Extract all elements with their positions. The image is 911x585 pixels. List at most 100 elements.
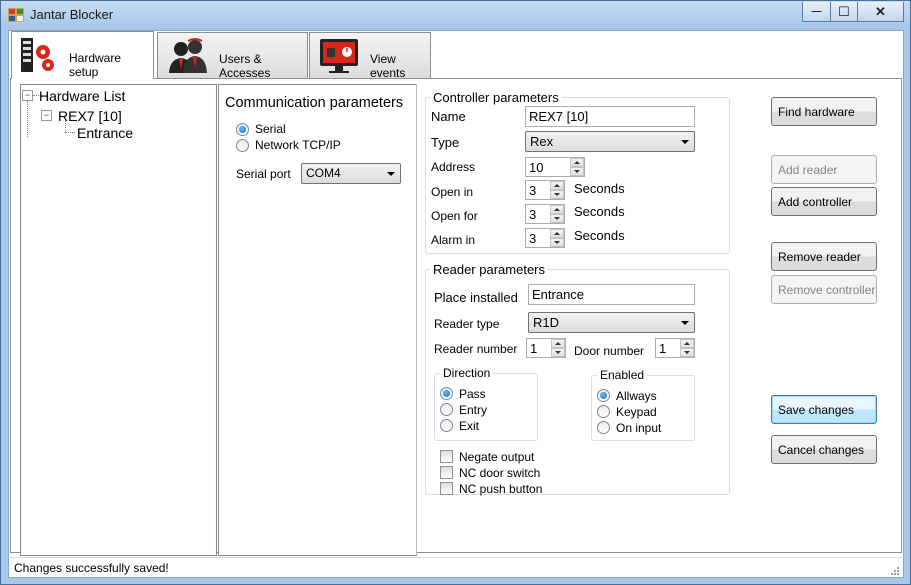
stepper-down-icon[interactable]: [570, 167, 584, 176]
tab-users-accesses[interactable]: Users & Accesses: [157, 32, 308, 80]
stepper-up-icon[interactable]: [680, 339, 694, 348]
chevron-down-icon: [681, 321, 689, 325]
nc-door-switch-checkbox[interactable]: [440, 466, 453, 479]
hardware-setup-panel: − Hardware List − REX7 [10] Entrance Com…: [10, 78, 902, 556]
reader-type-select[interactable]: R1D: [528, 312, 695, 333]
reader-number-stepper[interactable]: [526, 338, 566, 358]
stepper-down-icon[interactable]: [550, 238, 564, 247]
place-installed-input[interactable]: [528, 284, 695, 305]
enabled-on-input-label: On input: [616, 421, 662, 435]
alarm-in-label: Alarm in: [431, 233, 476, 247]
open-in-label: Open in: [431, 185, 474, 199]
serial-radio[interactable]: [236, 123, 249, 136]
direction-pass-radio[interactable]: [440, 387, 453, 400]
stepper-up-icon[interactable]: [550, 181, 564, 190]
direction-entry-radio[interactable]: [440, 403, 453, 416]
tree-connector: [27, 101, 28, 137]
open-for-label: Open for: [431, 209, 478, 223]
door-number-stepper[interactable]: [655, 338, 695, 358]
tab-hardware-setup[interactable]: Hardware setup: [11, 31, 154, 79]
enabled-always-label: Allways: [616, 389, 657, 403]
tree-collapse-icon[interactable]: −: [22, 90, 33, 101]
stepper-down-icon[interactable]: [550, 214, 564, 223]
tree-collapse-icon[interactable]: −: [41, 110, 52, 121]
hardware-tree[interactable]: − Hardware List − REX7 [10] Entrance: [20, 84, 217, 556]
window-title: Jantar Blocker: [30, 7, 114, 22]
save-changes-button[interactable]: Save changes: [771, 395, 877, 424]
stepper-down-icon[interactable]: [680, 348, 694, 357]
resize-grip-icon[interactable]: [889, 564, 899, 575]
seconds-label: Seconds: [574, 228, 625, 243]
controller-parameters-group: Controller parameters Name Type Rex Addr…: [425, 90, 730, 254]
negate-output-checkbox[interactable]: [440, 450, 453, 463]
direction-pass-label: Pass: [459, 387, 486, 401]
seconds-label: Seconds: [574, 181, 625, 196]
tree-node-reader[interactable]: Entrance: [77, 125, 133, 141]
serial-port-label: Serial port: [236, 167, 291, 181]
communication-panel: Communication parameters Serial Network …: [218, 84, 417, 556]
open-in-stepper[interactable]: [525, 180, 565, 200]
stepper-up-icon[interactable]: [551, 339, 565, 348]
controller-type-select[interactable]: Rex: [525, 131, 695, 152]
enabled-keypad-radio[interactable]: [597, 405, 610, 418]
tree-node-controller[interactable]: REX7 [10]: [58, 108, 122, 124]
add-controller-button[interactable]: Add controller: [771, 187, 877, 216]
stepper-down-icon[interactable]: [550, 190, 564, 199]
nc-door-switch-label: NC door switch: [459, 466, 541, 480]
controller-type-value: Rex: [530, 134, 554, 149]
address-field[interactable]: [526, 158, 552, 176]
alarm-in-field[interactable]: [526, 229, 552, 247]
direction-exit-label: Exit: [459, 419, 480, 433]
main-client-area: Hardware setup Users & Accesses View eve…: [8, 30, 904, 578]
close-button[interactable]: ✕: [857, 2, 904, 22]
minimize-button[interactable]: —: [802, 2, 831, 22]
direction-exit-radio[interactable]: [440, 419, 453, 432]
place-installed-field[interactable]: [529, 285, 694, 304]
direction-title: Direction: [440, 366, 494, 380]
enabled-on-input-radio[interactable]: [597, 421, 610, 434]
alarm-in-stepper[interactable]: [525, 228, 565, 248]
tab-view-events[interactable]: View events: [309, 32, 431, 80]
add-reader-button[interactable]: Add reader: [771, 155, 877, 184]
direction-group: Direction Pass Entry Exit: [434, 366, 538, 441]
status-bar: Changes successfully saved!: [10, 557, 902, 577]
enabled-always-radio[interactable]: [597, 389, 610, 402]
door-number-field[interactable]: [656, 339, 682, 357]
chevron-down-icon: [681, 140, 689, 144]
stepper-up-icon[interactable]: [550, 229, 564, 238]
serial-port-value: COM4: [306, 166, 341, 180]
nc-push-button-checkbox[interactable]: [440, 482, 453, 495]
maximize-button[interactable]: ☐: [830, 2, 858, 22]
network-radio[interactable]: [236, 139, 249, 152]
open-in-field[interactable]: [526, 181, 552, 199]
minimize-icon: —: [811, 6, 822, 17]
open-for-field[interactable]: [526, 205, 552, 223]
controller-parameters-title: Controller parameters: [430, 90, 562, 105]
tree-connector: [65, 132, 75, 133]
controller-name-input[interactable]: [525, 106, 695, 127]
network-label: Network TCP/IP: [255, 138, 341, 152]
remove-controller-button[interactable]: Remove controller: [771, 275, 877, 304]
address-stepper[interactable]: [525, 157, 585, 177]
place-installed-label: Place installed: [434, 290, 518, 305]
reader-number-field[interactable]: [527, 339, 553, 357]
stepper-up-icon[interactable]: [550, 205, 564, 214]
seconds-label: Seconds: [574, 204, 625, 219]
app-window: Jantar Blocker — ☐ ✕ Hardware setup User…: [0, 0, 911, 585]
direction-entry-label: Entry: [459, 403, 488, 417]
controller-name-field[interactable]: [526, 107, 694, 126]
remove-reader-button[interactable]: Remove reader: [771, 242, 877, 271]
serial-label: Serial: [255, 122, 286, 136]
serial-port-select[interactable]: COM4: [301, 163, 401, 184]
door-number-label: Door number: [574, 344, 645, 358]
find-hardware-button[interactable]: Find hardware: [771, 97, 877, 126]
hardware-icon: [19, 36, 57, 74]
open-for-stepper[interactable]: [525, 204, 565, 224]
stepper-up-icon[interactable]: [570, 158, 584, 167]
address-label: Address: [431, 160, 476, 174]
tree-root-hardware-list[interactable]: Hardware List: [39, 88, 125, 104]
stepper-down-icon[interactable]: [551, 348, 565, 357]
title-bar[interactable]: Jantar Blocker — ☐ ✕: [1, 1, 910, 29]
name-label: Name: [431, 109, 466, 124]
cancel-changes-button[interactable]: Cancel changes: [771, 435, 877, 464]
